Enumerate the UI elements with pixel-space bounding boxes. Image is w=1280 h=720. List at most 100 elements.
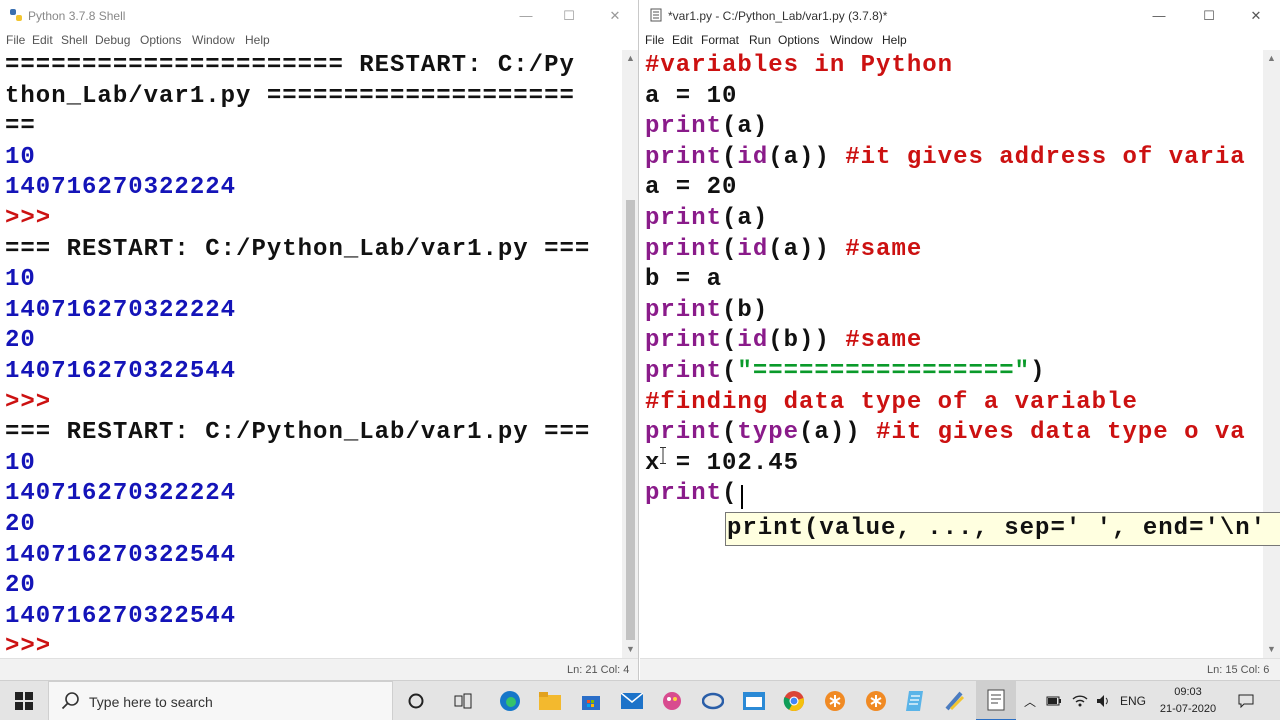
taskbar-search-box[interactable]: Type here to search: [48, 681, 393, 720]
network-battery-icon[interactable]: [1044, 681, 1064, 720]
code-token: #it gives data type o va: [876, 419, 1246, 447]
menu-window[interactable]: Window: [192, 33, 235, 47]
calltip-tooltip: print(value, ..., sep=' ', end='\n': [725, 512, 1280, 546]
mail-icon[interactable]: [612, 681, 652, 720]
code-token: (b): [722, 296, 769, 324]
python-icon: [10, 9, 22, 21]
code-token: (a)): [799, 419, 877, 447]
scroll-up-icon[interactable]: ▲: [622, 50, 638, 67]
shell-title: Python 3.7.8 Shell: [28, 9, 126, 23]
store-icon[interactable]: [571, 681, 611, 720]
clock-time: 09:03: [1174, 686, 1202, 698]
shell-output-line: 20: [5, 572, 36, 600]
asterisk-app-icon[interactable]: [815, 681, 855, 720]
menu-edit[interactable]: Edit: [32, 33, 53, 47]
app-window-icon[interactable]: [734, 681, 774, 720]
menu-options[interactable]: Options: [140, 33, 181, 47]
start-button[interactable]: [4, 681, 44, 720]
shell-output-line: 10: [5, 266, 36, 294]
maximize-button[interactable]: ☐: [546, 0, 592, 31]
close-button[interactable]: ✕: [1233, 0, 1279, 31]
scroll-down-icon[interactable]: ▼: [1263, 641, 1280, 658]
cortana-icon[interactable]: [396, 681, 436, 720]
python-idle-icon[interactable]: [935, 681, 975, 720]
paint-app-icon[interactable]: [652, 681, 692, 720]
maximize-button[interactable]: ☐: [1186, 0, 1232, 31]
scroll-down-icon[interactable]: ▼: [622, 641, 638, 658]
menu-format[interactable]: Format: [701, 33, 739, 47]
search-icon: [61, 692, 79, 710]
code-token: a = 10: [645, 82, 738, 110]
code-token: (: [722, 143, 738, 171]
code-token: id: [737, 327, 769, 355]
edge-browser-icon[interactable]: [490, 681, 530, 720]
code-token: #finding data type of a variable: [645, 388, 1138, 416]
menu-help[interactable]: Help: [882, 33, 907, 47]
code-token: ): [1030, 358, 1046, 385]
code-token: print: [645, 113, 723, 141]
shell-output-line: 140716270322224: [5, 174, 237, 202]
notification-icon[interactable]: [1234, 681, 1258, 720]
shell-output-area[interactable]: ====================== RESTART: C:/Py tho…: [0, 50, 622, 658]
code-line: print(id(a)) #same: [645, 234, 922, 265]
shell-titlebar[interactable]: Python 3.7.8 Shell — ☐ ✕: [0, 0, 638, 31]
close-button[interactable]: ✕: [592, 0, 638, 31]
minimize-button[interactable]: —: [503, 0, 549, 31]
volume-icon[interactable]: [1094, 681, 1114, 720]
code-line: print(a): [645, 203, 768, 234]
menu-help[interactable]: Help: [245, 33, 270, 47]
menu-run[interactable]: Run: [749, 33, 771, 47]
windows-logo-icon: [15, 692, 33, 710]
shell-output-line: === RESTART: C:/Python_Lab/var1.py ===: [5, 235, 591, 263]
shell-output-line: thon_Lab/var1.py ====================: [5, 82, 575, 110]
taskbar-clock[interactable]: 09:03 21-07-2020: [1148, 684, 1228, 718]
editor-scrollbar[interactable]: ▲ ▼: [1263, 50, 1280, 658]
code-token: print: [645, 480, 723, 508]
shell-cursor-position: Ln: 21 Col: 4: [567, 664, 630, 676]
menu-window[interactable]: Window: [830, 33, 873, 47]
remote-app-icon[interactable]: [693, 681, 733, 720]
shell-output-line: === RESTART: C:/Python_Lab/var1.py ===: [5, 419, 591, 447]
code-token: print: [645, 296, 723, 324]
shell-output-line: 20: [5, 511, 36, 538]
shell-output-line: ====================== RESTART: C:/Py: [5, 52, 575, 79]
code-token: #it gives address of varia: [845, 143, 1246, 171]
editor-menubar: File Edit Format Run Options Window Help: [640, 31, 1280, 51]
code-token: #variables in Python: [645, 52, 954, 79]
file-explorer-icon[interactable]: [530, 681, 570, 720]
editor-titlebar[interactable]: *var1.py - C:/Python_Lab/var1.py (3.7.8)…: [640, 0, 1280, 31]
menu-file[interactable]: File: [645, 33, 664, 47]
notepad-icon[interactable]: [895, 681, 935, 720]
minimize-button[interactable]: —: [1136, 0, 1182, 31]
code-token: (a)): [768, 235, 846, 263]
code-token: x = 102.45: [645, 449, 800, 477]
chrome-icon[interactable]: [774, 681, 814, 720]
code-editor-area[interactable]: #variables in Python a = 10 print(a) print(…: [640, 50, 1260, 658]
code-token: (: [722, 419, 738, 447]
clock-date: 21-07-2020: [1159, 703, 1217, 715]
shell-menubar: File Edit Shell Debug Options Window Hel…: [0, 31, 638, 51]
menu-shell[interactable]: Shell: [61, 33, 88, 47]
scroll-thumb[interactable]: [626, 200, 635, 640]
menu-debug[interactable]: Debug: [95, 33, 130, 47]
menu-file[interactable]: File: [6, 33, 25, 47]
python-icon: [650, 8, 662, 22]
code-token: #same: [845, 327, 923, 355]
tray-chevron-icon[interactable]: ︿: [1022, 681, 1038, 720]
code-token: "=================": [737, 358, 1031, 385]
scroll-up-icon[interactable]: ▲: [1263, 50, 1280, 67]
asterisk-app-icon-2[interactable]: [856, 681, 896, 720]
shell-statusbar: Ln: 21 Col: 4: [0, 658, 638, 680]
shell-scrollbar[interactable]: ▲ ▼: [622, 50, 638, 658]
code-token: print: [645, 143, 723, 171]
active-app-icon[interactable]: [976, 681, 1016, 720]
menu-edit[interactable]: Edit: [672, 33, 693, 47]
code-token: id: [737, 235, 769, 263]
menu-options[interactable]: Options: [778, 33, 819, 47]
editor-statusbar: Ln: 15 Col: 6: [640, 658, 1280, 680]
wifi-icon[interactable]: [1070, 681, 1090, 720]
shell-output-line: 140716270322224: [5, 480, 237, 508]
code-token: (: [722, 235, 738, 263]
task-view-icon[interactable]: [443, 681, 483, 720]
language-indicator[interactable]: ENG: [1118, 681, 1148, 720]
